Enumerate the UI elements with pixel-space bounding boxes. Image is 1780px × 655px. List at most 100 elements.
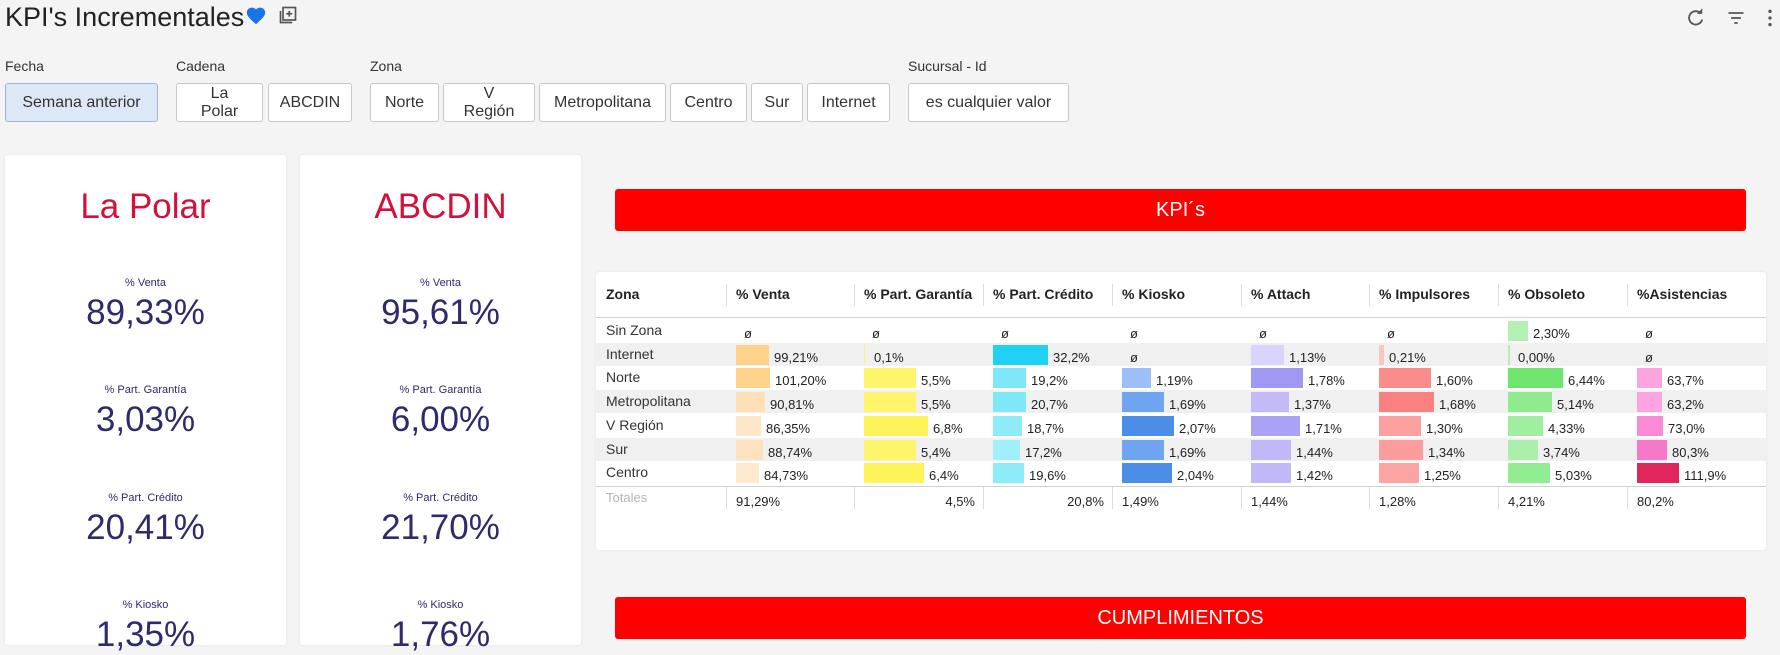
cell-value: 6,4% (929, 468, 959, 484)
cell-value: 1,60% (1436, 373, 1473, 389)
filter-zona-centro[interactable]: Centro (670, 83, 747, 122)
cell-bar (736, 415, 761, 436)
cell-value: 80,3% (1672, 444, 1709, 460)
cell-value: 32,2% (1053, 349, 1090, 365)
column-header[interactable]: %Asistencias (1637, 286, 1727, 302)
card-title-abcdin: ABCDIN (374, 187, 507, 226)
cell-bar (1122, 463, 1172, 484)
totals-value: 1,28% (1379, 493, 1416, 509)
filter-cadena-la-polar[interactable]: La Polar (176, 83, 263, 122)
filter-zona-metropolitana[interactable]: Metropolitana (539, 83, 666, 122)
cell-bar (1122, 415, 1174, 436)
column-header[interactable]: % Attach (1251, 286, 1310, 302)
cell-bar (993, 368, 1026, 389)
totals-value: 4,21% (1508, 493, 1545, 509)
cell-value: 19,2% (1031, 373, 1068, 389)
column-header[interactable]: Zona (606, 286, 639, 302)
cell-value: 1,25% (1424, 468, 1461, 484)
cell-bar (993, 463, 1024, 484)
column-header[interactable]: % Part. Crédito (993, 286, 1093, 302)
cell-value: 2,04% (1177, 468, 1214, 484)
cell-value: 86,35% (766, 420, 811, 436)
cell-value: 1,37% (1294, 397, 1331, 413)
totals-separator (1627, 486, 1628, 509)
kpis-banner: KPI´s (615, 189, 1746, 231)
cell-bar (1251, 344, 1284, 365)
more-vert-icon[interactable] (1764, 8, 1776, 28)
cell-bar (1508, 392, 1552, 413)
cell-value: 1,30% (1426, 420, 1463, 436)
filter-label-cadena: Cadena (176, 58, 226, 74)
cell-bar (1379, 344, 1384, 365)
cell-bar (864, 439, 916, 460)
totals-separator (1369, 486, 1370, 509)
metric-label-venta: % Venta (420, 277, 461, 289)
metric-label-garantia: % Part. Garantía (104, 384, 187, 396)
cell-bar (1508, 321, 1528, 341)
cell-value: 0,21% (1389, 349, 1426, 365)
cell-value: 1,44% (1296, 444, 1333, 460)
column-separator (983, 284, 984, 306)
cell-value: 1,13% (1289, 349, 1326, 365)
row-zona-label: Centro (606, 464, 649, 481)
cell-value: ø (872, 326, 880, 341)
refresh-icon[interactable] (1686, 8, 1706, 28)
totals-separator (1241, 486, 1242, 509)
column-header[interactable]: % Venta (736, 286, 790, 302)
filter-zona-internet[interactable]: Internet (807, 83, 890, 122)
heart-icon[interactable] (245, 5, 267, 27)
cell-bar (1251, 392, 1289, 413)
cell-value: 1,71% (1305, 420, 1342, 436)
add-to-dashboard-icon[interactable] (278, 5, 298, 25)
metric-value-kiosko: 1,35% (95, 615, 196, 654)
cell-value: 73,0% (1668, 420, 1705, 436)
row-zona-label: Sin Zona (606, 322, 663, 338)
column-header[interactable]: % Part. Garantía (864, 286, 972, 302)
filter-zona-sur[interactable]: Sur (751, 83, 803, 122)
filter-sucursal-any[interactable]: es cualquier valor (908, 83, 1069, 122)
dashboard-title: KPI's Incrementales (5, 2, 245, 32)
filter-zona-v-region[interactable]: V Región (443, 83, 535, 122)
column-separator (1241, 284, 1242, 306)
cell-value: 5,14% (1557, 397, 1594, 413)
cell-value: ø (1130, 349, 1138, 365)
cell-bar (1379, 392, 1434, 413)
column-header[interactable]: % Obsoleto (1508, 286, 1585, 302)
cell-value: 1,78% (1308, 373, 1345, 389)
dashboard-header: KPI's Incrementales (0, 0, 1780, 36)
cell-bar (1637, 463, 1679, 484)
cell-value: ø (1645, 326, 1653, 341)
cell-bar (1637, 368, 1662, 389)
cell-value: 2,30% (1533, 326, 1570, 341)
cell-bar (736, 344, 769, 365)
filter-cadena-abcdin[interactable]: ABCDIN (268, 83, 352, 122)
cell-value: 3,74% (1543, 444, 1580, 460)
cell-bar (1251, 368, 1303, 389)
totals-value: 1,49% (1122, 493, 1159, 509)
card-la-polar: La Polar % Venta 89,33% % Part. Garantía… (5, 155, 286, 654)
cell-value: 90,81% (770, 397, 815, 413)
cell-value: 5,5% (921, 397, 951, 413)
column-header[interactable]: % Kiosko (1122, 286, 1185, 302)
cell-value: 20,7% (1031, 397, 1068, 413)
column-separator (1498, 284, 1499, 306)
totals-divider (596, 485, 1766, 487)
column-header[interactable]: % Impulsores (1379, 286, 1470, 302)
column-separator (854, 284, 855, 306)
cell-value: ø (1259, 326, 1267, 341)
totals-value: 1,44% (1251, 493, 1288, 509)
cell-bar (993, 392, 1026, 413)
cell-bar (1508, 368, 1563, 389)
metric-value-garantia: 6,00% (390, 400, 491, 439)
cell-bar (736, 368, 770, 389)
filter-fecha-semana-anterior[interactable]: Semana anterior (5, 83, 158, 122)
metric-label-venta: % Venta (125, 277, 166, 289)
filter-zona-norte[interactable]: Norte (370, 83, 439, 122)
cell-bar (1379, 439, 1423, 460)
metric-label-kiosko: % Kiosko (122, 599, 169, 611)
cell-value: ø (1001, 326, 1009, 341)
cell-value: 84,73% (764, 468, 809, 484)
filter-icon[interactable] (1726, 8, 1746, 28)
table-row: Sur 88,74% 5,4% 17,2% 1,69% 1,44% 1,34% 3,74% 80… (596, 437, 1766, 461)
table-row: Centro 84,73% 6,4% 19,6% 2,04% 1,42% 1,25% 5,03… (596, 461, 1766, 484)
